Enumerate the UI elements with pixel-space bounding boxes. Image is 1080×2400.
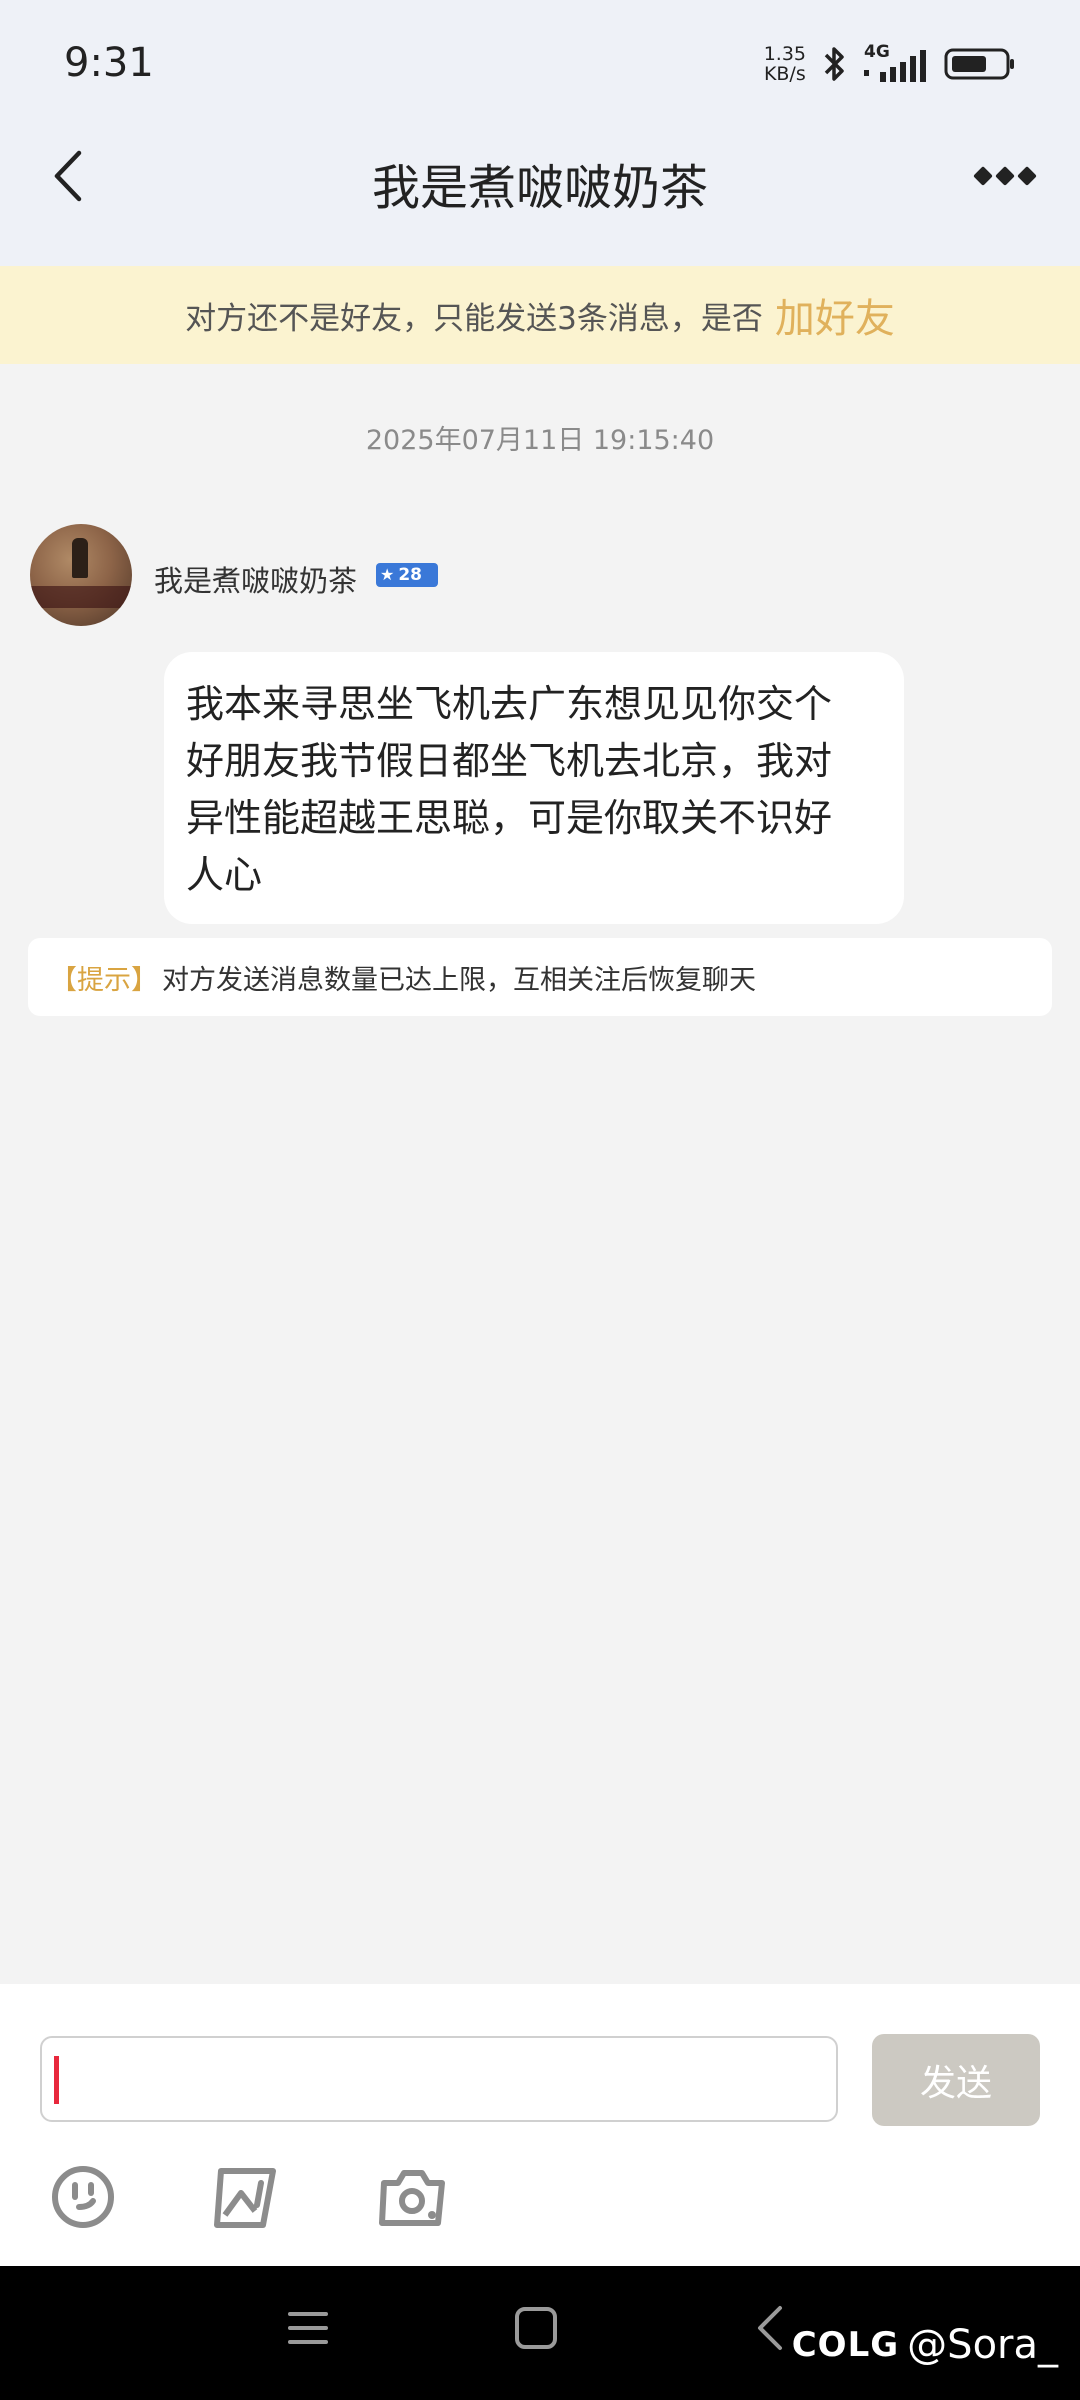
watermark-handle: @Sora_ [907, 2322, 1058, 2368]
nav-home-button[interactable] [512, 2304, 560, 2356]
message-line: 好朋友我节假日都坐飞机去北京，我对 [186, 739, 833, 783]
message-input[interactable] [40, 2036, 838, 2122]
camera-icon [379, 2170, 445, 2226]
net-speed-unit: KB/s [763, 63, 806, 85]
bluetooth-icon [824, 47, 844, 81]
more-options-button[interactable] [970, 158, 1040, 194]
net-speed-value: 1.35 [763, 43, 806, 65]
status-time: 9:31 [64, 40, 154, 86]
level-badge: ★ 28 [376, 563, 438, 587]
message-timestamp: 2025年07月11日 19:15:40 [365, 425, 715, 456]
more-dot [995, 166, 1015, 186]
watermark: COLG @Sora_ [792, 2322, 1058, 2368]
camera-button[interactable] [376, 2160, 450, 2234]
more-dot [1017, 166, 1037, 186]
colg-logo: COLG [791, 2325, 900, 2365]
battery-icon [944, 48, 1014, 80]
more-dots-icon [973, 166, 993, 186]
message-line: 我本来寻思坐飞机去广东想见见你交个 [186, 682, 833, 726]
signal-icon [864, 50, 926, 82]
emoji-icon [52, 2166, 114, 2228]
nav-menu-button[interactable] [286, 2308, 330, 2352]
sender-name[interactable]: 我是煮啵啵奶茶 [154, 558, 357, 600]
avatar[interactable] [30, 524, 132, 626]
limit-hint: 【提示】 对方发送消息数量已达上限，互相关注后恢复聊天 [28, 938, 1052, 1016]
notice-text: 对方还不是好友，只能发送3条消息，是否 [185, 300, 763, 337]
nav-back-button[interactable] [752, 2302, 788, 2358]
add-friend-link[interactable]: 加好友 [775, 286, 895, 344]
back-arrow-icon [758, 2306, 782, 2350]
page-title: 我是煮啵啵奶茶 [371, 160, 708, 216]
message-bubble[interactable]: 我本来寻思坐飞机去广东想见见你交个 好朋友我节假日都坐飞机去北京，我对 异性能超… [164, 652, 904, 924]
avatar-figure [72, 538, 88, 578]
menu-icon [288, 2312, 328, 2344]
image-button[interactable] [210, 2160, 284, 2234]
status-icons: 1.35 KB/s 4G [764, 42, 1016, 86]
emoji-button[interactable] [46, 2160, 120, 2234]
level-value: 28 [398, 565, 423, 585]
message-line: 异性能超越王思聪，可是你取关不识好 [186, 796, 833, 840]
top-area: 9:31 1.35 KB/s 4G 我是煮啵啵奶茶 [0, 0, 1080, 266]
friend-notice-banner: 对方还不是好友，只能发送3条消息，是否 加好友 [0, 266, 1080, 364]
star-icon: ★ [380, 565, 395, 584]
text-cursor [54, 2056, 59, 2104]
avatar-band [30, 586, 132, 608]
message-line: 人心 [186, 853, 263, 897]
home-square-icon [515, 2307, 557, 2349]
hint-tag: 【提示】 [50, 964, 158, 996]
send-button[interactable]: 发送 [872, 2034, 1040, 2126]
composer: 发送 [0, 1984, 1080, 2266]
net-speed: 1.35 KB/s [764, 44, 806, 84]
hint-text: 对方发送消息数量已达上限，互相关注后恢复聊天 [162, 964, 756, 996]
system-nav-bar: COLG @Sora_ [0, 2266, 1080, 2400]
signal-group: 4G [864, 42, 930, 84]
image-icon [214, 2168, 276, 2228]
